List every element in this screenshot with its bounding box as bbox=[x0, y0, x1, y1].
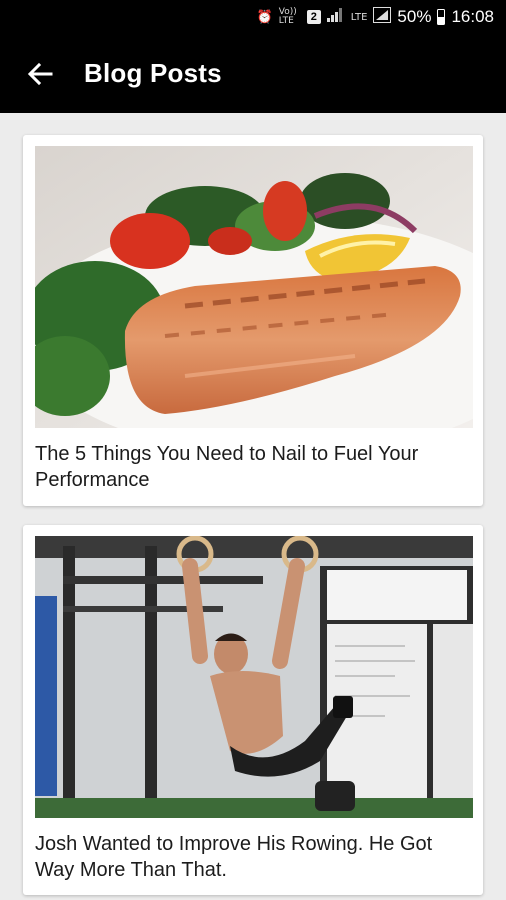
volte-label: Vo)) LTE bbox=[278, 7, 297, 26]
arrow-left-icon bbox=[27, 62, 53, 85]
blog-post-card[interactable]: The 5 Things You Need to Nail to Fuel Yo… bbox=[23, 135, 483, 506]
battery-percent: 50% bbox=[397, 7, 432, 26]
signal-icon bbox=[326, 7, 345, 27]
battery-icon bbox=[437, 9, 446, 25]
alarm-icon: ⏰ bbox=[256, 9, 273, 25]
blog-post-card[interactable]: Josh Wanted to Improve His Rowing. He Go… bbox=[23, 525, 483, 895]
status-bar: ⏰ Vo)) LTE 2 LTE 50% 16:08 bbox=[0, 0, 506, 34]
post-image-gym bbox=[35, 536, 473, 818]
clock: 16:08 bbox=[451, 7, 494, 26]
app-bar: Blog Posts bbox=[0, 34, 506, 113]
post-title: The 5 Things You Need to Nail to Fuel Yo… bbox=[35, 443, 419, 491]
page-title: Blog Posts bbox=[84, 58, 222, 88]
back-button[interactable] bbox=[22, 56, 58, 92]
post-title: Josh Wanted to Improve His Rowing. He Go… bbox=[35, 833, 433, 881]
status-icons: ⏰ Vo)) LTE 2 LTE 50% 16:08 bbox=[257, 0, 494, 34]
signal-2-icon bbox=[373, 6, 392, 28]
post-image-salmon bbox=[35, 146, 473, 428]
lte-label: LTE bbox=[350, 11, 368, 23]
sim-badge: 2 bbox=[306, 10, 321, 24]
